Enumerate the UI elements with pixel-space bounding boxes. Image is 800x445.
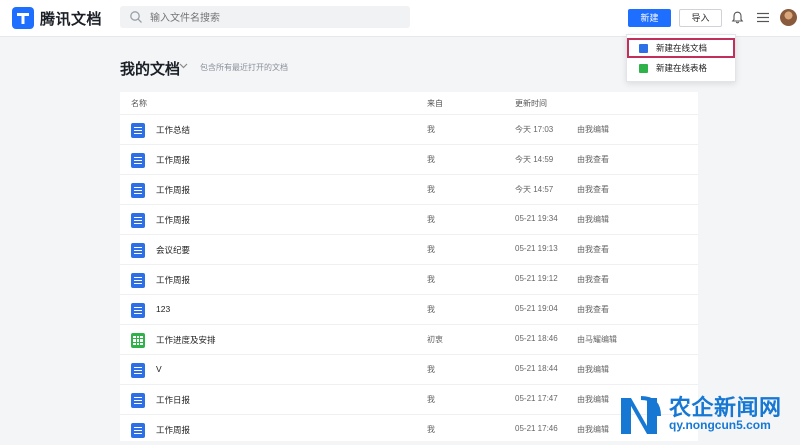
file-updated-time: 05-21 19:04 — [515, 304, 558, 313]
file-source: 我 — [427, 275, 435, 284]
file-name[interactable]: 工作总结 — [156, 124, 190, 136]
file-last-action: 由我编辑 — [577, 395, 609, 404]
doc-icon — [131, 183, 145, 198]
menu-item-new-online-doc[interactable]: 新建在线文档 — [627, 38, 735, 58]
file-updated-time: 05-21 18:44 — [515, 364, 558, 373]
file-name[interactable]: 工作周报 — [156, 424, 190, 436]
file-updated-time: 05-21 18:46 — [515, 334, 558, 343]
tencent-docs-logo-icon[interactable] — [12, 7, 34, 29]
table-row[interactable]: 工作周报 我 今天 14:59 由我查看 — [120, 144, 698, 175]
watermark-logo-icon — [621, 396, 661, 434]
file-name[interactable]: 工作周报 — [156, 184, 190, 196]
doc-icon — [131, 273, 145, 288]
page-subtitle: 包含所有最近打开的文档 — [200, 63, 288, 72]
bell-icon[interactable] — [731, 11, 744, 24]
search-icon — [130, 11, 142, 23]
table-row[interactable]: 会议纪要 我 05-21 19:13 由我查看 — [120, 234, 698, 265]
file-source: 我 — [427, 365, 435, 374]
sheet-icon — [639, 64, 648, 73]
file-updated-time: 今天 17:03 — [515, 125, 554, 134]
file-last-action: 由我编辑 — [577, 425, 609, 434]
table-row[interactable]: 工作日报 我 05-21 17:47 由我编辑 — [120, 384, 698, 415]
import-button[interactable]: 导入 — [679, 9, 722, 27]
doc-icon — [131, 363, 145, 378]
file-name[interactable]: 会议纪要 — [156, 244, 190, 256]
table-row[interactable]: 工作周报 我 05-21 19:12 由我查看 — [120, 264, 698, 295]
file-updated-time: 05-21 19:13 — [515, 244, 558, 253]
file-source: 我 — [427, 245, 435, 254]
page-title[interactable]: 我的文档 — [120, 58, 180, 79]
file-name[interactable]: 工作日报 — [156, 394, 190, 406]
file-last-action: 由我查看 — [577, 275, 609, 284]
menu-item-label: 新建在线文档 — [656, 43, 708, 53]
file-last-action: 由我查看 — [577, 245, 609, 254]
file-source: 初衷 — [427, 335, 443, 344]
file-list: 名称 来自 更新时间 工作总结我今天 17:03 由我编辑 工作周报我今天 14:5… — [120, 92, 698, 441]
column-header-updated: 更新时间 — [515, 99, 547, 108]
file-name[interactable]: 工作周报 — [156, 154, 190, 166]
file-source: 我 — [427, 215, 435, 224]
table-row[interactable]: 工作周报 我 05-21 19:34 由我编辑 — [120, 204, 698, 235]
app-brand[interactable]: 腾讯文档 — [40, 8, 102, 29]
doc-icon — [131, 123, 145, 138]
doc-icon — [131, 213, 145, 228]
menu-item-new-online-sheet[interactable]: 新建在线表格 — [627, 58, 735, 78]
doc-icon — [131, 153, 145, 168]
file-source: 我 — [427, 305, 435, 314]
column-header-name: 名称 — [131, 99, 147, 108]
file-updated-time: 05-21 19:12 — [515, 274, 558, 283]
menu-item-label: 新建在线表格 — [656, 63, 708, 73]
file-last-action: 由我查看 — [577, 185, 609, 194]
user-avatar[interactable] — [780, 9, 797, 26]
menu-icon[interactable] — [757, 12, 769, 23]
table-row[interactable]: V 我 05-21 18:44 由我编辑 — [120, 354, 698, 385]
file-updated-time: 今天 14:57 — [515, 185, 554, 194]
new-dropdown-menu: 新建在线文档 新建在线表格 — [626, 34, 736, 82]
table-row[interactable]: 123 我 05-21 19:04 由我查看 — [120, 294, 698, 325]
watermark-url: qy.nongcun5.com — [669, 418, 771, 432]
doc-icon — [131, 303, 145, 318]
file-last-action: 由我编辑 — [577, 215, 609, 224]
file-last-action: 由我编辑 — [577, 365, 609, 374]
file-updated-time: 今天 14:59 — [515, 155, 554, 164]
file-last-action: 由我查看 — [577, 305, 609, 314]
table-row[interactable]: 工作总结 我 今天 17:03 由我编辑 — [120, 114, 698, 145]
file-name[interactable]: 123 — [156, 304, 170, 314]
table-row[interactable]: 工作周报 我 今天 14:57 由我查看 — [120, 174, 698, 205]
file-name[interactable]: 工作进度及安排 — [156, 334, 216, 346]
file-updated-time: 05-21 17:46 — [515, 424, 558, 433]
file-updated-time: 05-21 17:47 — [515, 394, 558, 403]
file-updated-time: 05-21 19:34 — [515, 214, 558, 223]
search-box[interactable] — [120, 6, 410, 30]
search-input[interactable] — [148, 6, 402, 30]
top-bar: 腾讯文档 新建 导入 — [0, 0, 800, 37]
file-source: 我 — [427, 185, 435, 194]
table-row[interactable]: 工作进度及安排 初衷 05-21 18:46 由马耀编辑 — [120, 324, 698, 355]
doc-icon — [131, 423, 145, 438]
chevron-down-icon[interactable] — [179, 63, 188, 69]
doc-icon — [639, 44, 648, 53]
doc-icon — [131, 243, 145, 258]
file-name[interactable]: 工作周报 — [156, 214, 190, 226]
sheet-icon — [131, 333, 145, 348]
file-name[interactable]: 工作周报 — [156, 274, 190, 286]
watermark: 农企新闻网 qy.nongcun5.com — [617, 390, 800, 441]
file-source: 我 — [427, 155, 435, 164]
table-row[interactable]: 工作周报 我 05-21 17:46 由我编辑 — [120, 414, 698, 445]
file-name[interactable]: V — [156, 364, 162, 374]
column-header-from: 来自 — [427, 99, 443, 108]
doc-icon — [131, 393, 145, 408]
file-last-action: 由我编辑 — [577, 125, 609, 134]
file-last-action: 由我查看 — [577, 155, 609, 164]
file-source: 我 — [427, 125, 435, 134]
file-last-action: 由马耀编辑 — [577, 335, 617, 344]
new-button[interactable]: 新建 — [628, 9, 671, 27]
file-source: 我 — [427, 425, 435, 434]
file-source: 我 — [427, 395, 435, 404]
